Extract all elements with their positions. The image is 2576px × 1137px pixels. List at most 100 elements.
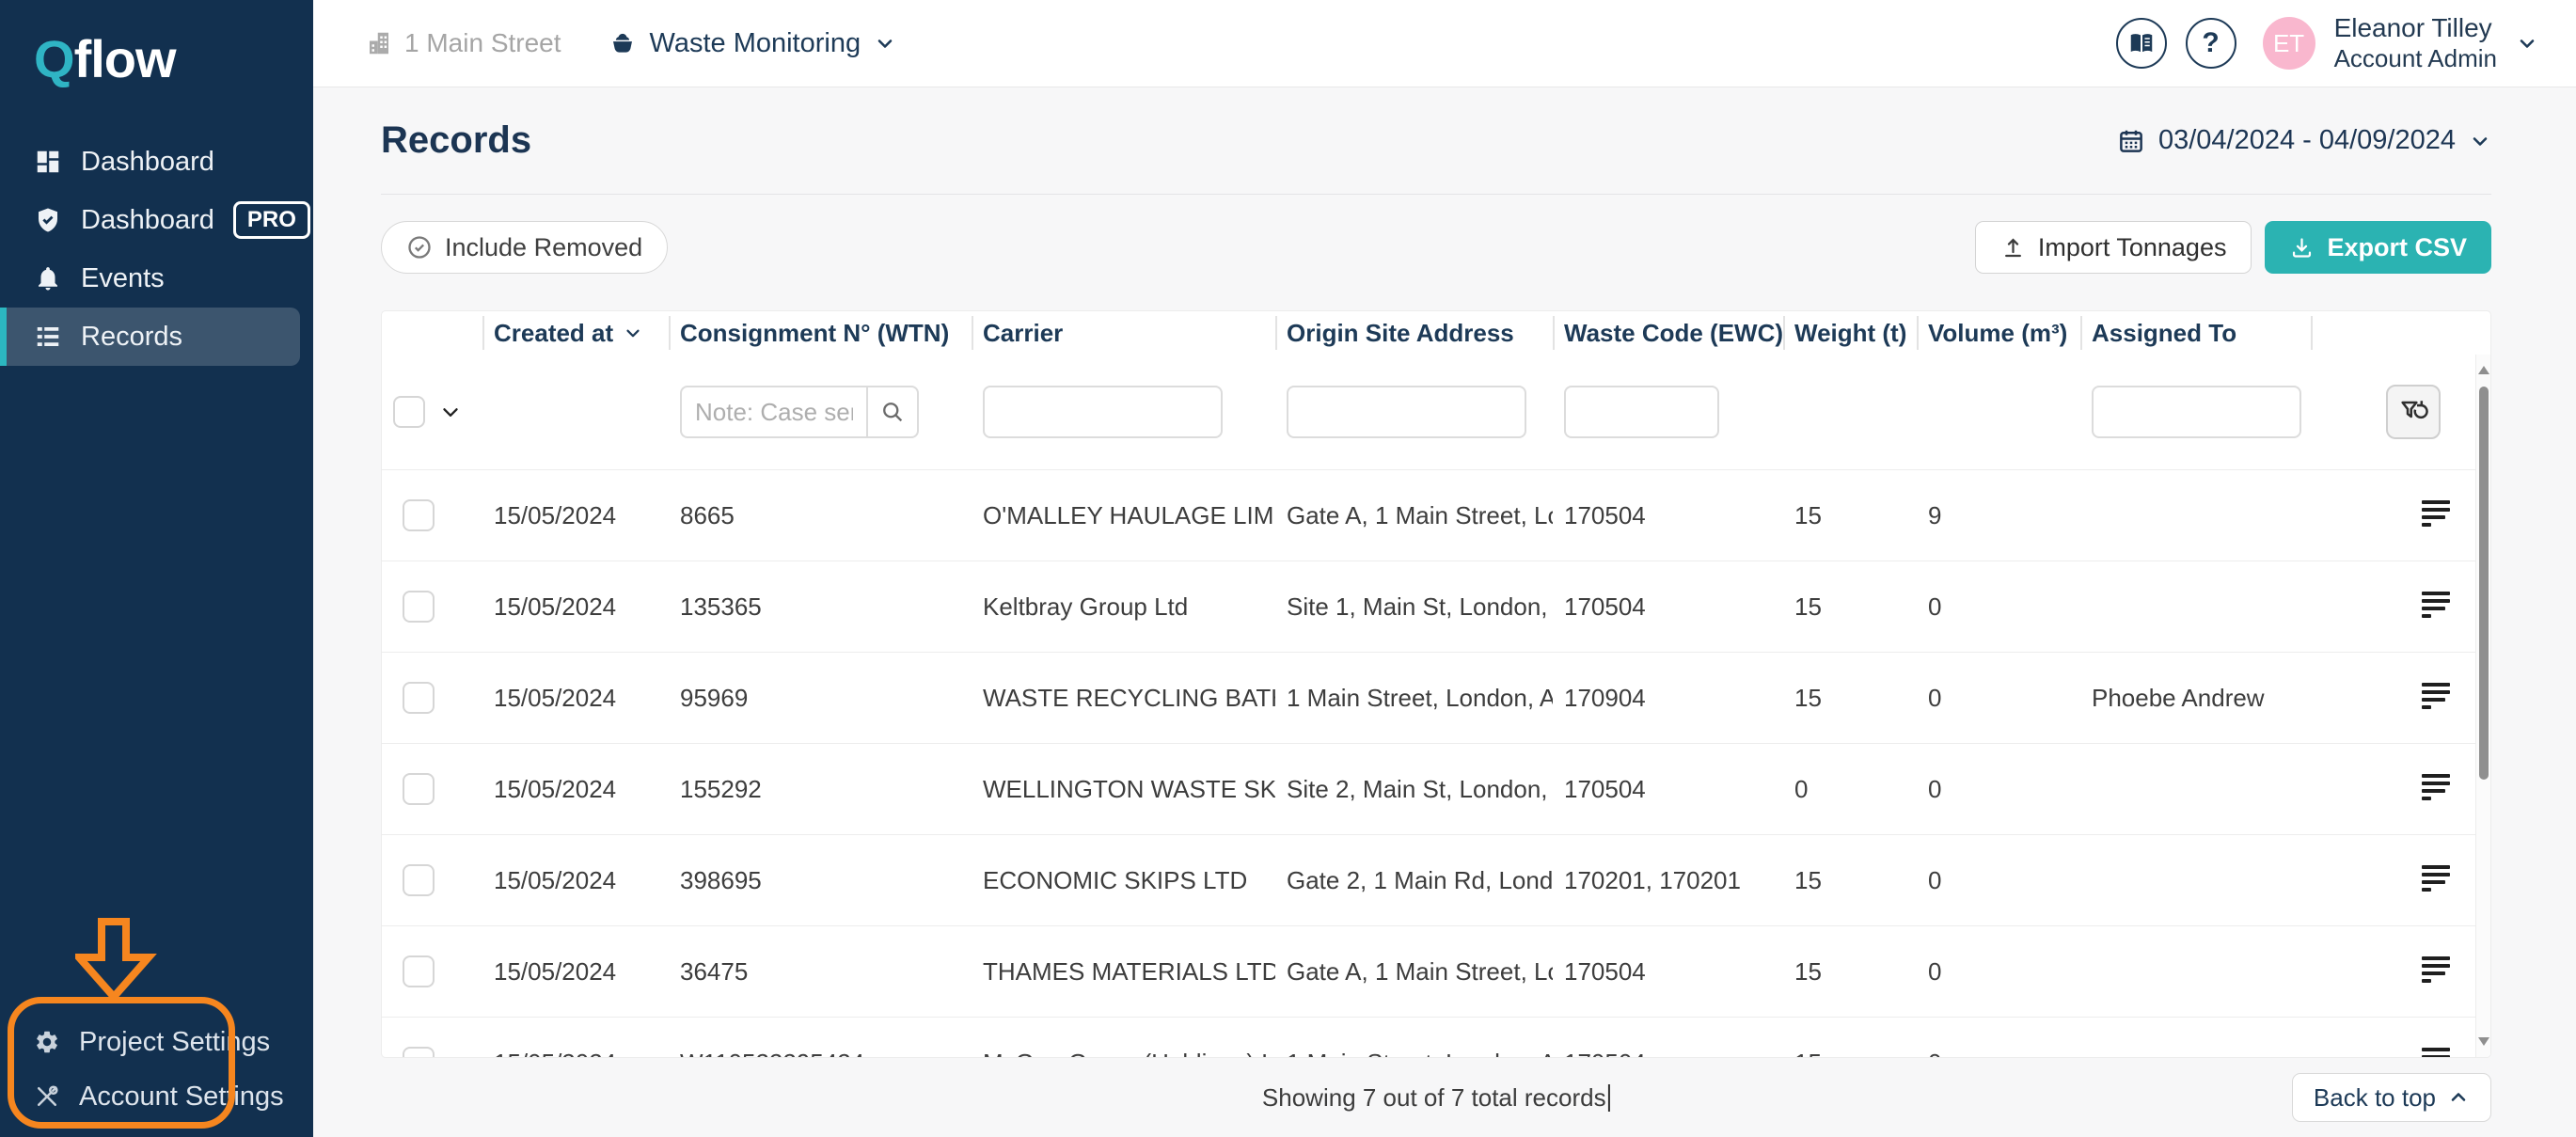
export-csv-button[interactable]: Export CSV — [2265, 221, 2491, 274]
scrollbar-thumb[interactable] — [2478, 387, 2489, 780]
import-tonnages-label: Import Tonnages — [2037, 232, 2227, 261]
pro-badge: PRO — [232, 201, 310, 239]
sidebar-item-project-settings[interactable]: Project Settings — [0, 1015, 313, 1069]
table-row: 15/05/2024 W110522295424 McGee Group (Ho… — [382, 1017, 2475, 1057]
column-header-created-at[interactable]: Created at — [482, 311, 669, 355]
scroll-down-arrow[interactable] — [2478, 1037, 2489, 1046]
row-checkbox[interactable] — [403, 1047, 435, 1057]
cell-carrier: Keltbray Group Ltd — [983, 592, 1189, 621]
vertical-scrollbar[interactable] — [2475, 355, 2490, 1057]
chevron-up-icon — [2451, 1093, 2466, 1101]
cell-assigned: Phoebe Andrew — [2092, 683, 2265, 712]
cell-waste-code: 170904 — [1564, 683, 1646, 712]
column-header-assigned-to: Assigned To — [2080, 311, 2311, 355]
building-icon — [370, 32, 388, 55]
logo-q: Q — [34, 29, 75, 88]
docs-button[interactable] — [2115, 18, 2167, 69]
consignment-filter-input[interactable] — [680, 386, 866, 438]
help-button[interactable]: ? — [2185, 18, 2236, 69]
user-menu-chevron-icon[interactable] — [2516, 32, 2538, 55]
help-label: ? — [2202, 27, 2220, 58]
sidebar-item-label: Events — [81, 262, 165, 293]
select-all-checkbox[interactable] — [393, 396, 425, 428]
sidebar-item-dashboard-pro[interactable]: Dashboard PRO — [0, 191, 313, 249]
carrier-filter-input[interactable] — [983, 386, 1223, 438]
row-menu-button[interactable] — [2422, 956, 2450, 987]
header-checkbox-spacer — [382, 311, 482, 355]
row-checkbox[interactable] — [403, 499, 435, 531]
dashboard-grid-icon — [37, 150, 59, 173]
row-menu-button[interactable] — [2422, 592, 2450, 622]
column-label: Created at — [494, 318, 614, 347]
filter-consignment-cell — [669, 386, 972, 438]
project-name: Waste Monitoring — [649, 27, 861, 58]
top-right-controls: ? ET Eleanor Tilley Account Admin — [2115, 12, 2538, 74]
clear-filters-button[interactable] — [2386, 385, 2441, 439]
app-window: Qflow Dashboard Dashboard PRO Events Rec… — [0, 0, 2576, 1137]
consignment-search-button[interactable] — [866, 386, 919, 438]
table-body: 15/05/2024 8665 O'MALLEY HAULAGE LIMIT..… — [382, 355, 2475, 1057]
cell-origin: 1 Main Street, London, AB3 — [1275, 1049, 1553, 1058]
row-menu-button[interactable] — [2422, 865, 2450, 895]
app-logo: Qflow — [0, 0, 313, 89]
filter-select-cell — [382, 396, 482, 428]
site-breadcrumb: 1 Main Street — [365, 28, 561, 58]
row-menu-button[interactable] — [2422, 1048, 2450, 1057]
column-header-volume: Volume (m³) — [1917, 311, 2080, 355]
user-role: Account Admin — [2333, 44, 2497, 72]
cell-weight: 15 — [1783, 1049, 1917, 1058]
origin-filter-input[interactable] — [1287, 386, 1526, 438]
column-header-carrier: Carrier — [972, 311, 1275, 355]
filter-origin-cell — [1275, 386, 1553, 438]
row-checkbox[interactable] — [403, 682, 435, 714]
filter-carrier-cell — [972, 386, 1275, 438]
cell-volume: 0 — [1928, 774, 1942, 803]
cell-waste-code: 170504 — [1564, 500, 1646, 529]
avatar[interactable]: ET — [2262, 17, 2315, 70]
import-tonnages-button[interactable]: Import Tonnages — [1974, 221, 2252, 274]
row-checkbox[interactable] — [403, 955, 435, 987]
waste-code-filter-input[interactable] — [1564, 386, 1719, 438]
scroll-up-arrow[interactable] — [2478, 366, 2489, 374]
cell-weight: 15 — [1794, 592, 1822, 621]
row-checkbox[interactable] — [403, 773, 435, 805]
sidebar-item-label: Project Settings — [79, 1026, 271, 1057]
cell-consignment: 398695 — [680, 865, 762, 894]
cell-waste-code: 170504 — [1564, 774, 1646, 803]
cell-created: 15/05/2024 — [494, 956, 617, 986]
sidebar-item-records[interactable]: Records — [0, 308, 300, 366]
tools-icon — [37, 1085, 58, 1107]
project-selector[interactable]: Waste Monitoring — [608, 28, 897, 59]
column-label: Volume (m³) — [1928, 318, 2068, 347]
row-checkbox[interactable] — [403, 864, 435, 896]
row-menu-button[interactable] — [2422, 500, 2450, 530]
sidebar-item-events[interactable]: Events — [0, 249, 313, 308]
cell-origin: Gate A, 1 Main Street, Lond... — [1287, 500, 1553, 529]
sidebar-item-account-settings[interactable]: Account Settings — [0, 1069, 313, 1124]
cell-waste-code: 170201, 170201 — [1564, 865, 1741, 894]
sidebar-nav: Dashboard Dashboard PRO Events Records — [0, 133, 313, 366]
chevron-down-icon — [877, 39, 893, 48]
include-removed-label: Include Removed — [445, 232, 643, 261]
row-menu-button[interactable] — [2422, 774, 2450, 804]
date-range-picker[interactable]: 03/04/2024 - 04/09/2024 — [2117, 125, 2491, 156]
cell-origin: Site 1, Main St, London, A1... — [1287, 592, 1553, 621]
page-title: Records — [381, 119, 532, 161]
column-header-weight: Weight (t) — [1783, 311, 1917, 355]
column-header-origin: Origin Site Address — [1275, 311, 1553, 355]
bell-icon — [39, 267, 57, 291]
cell-origin: Gate A, 1 Main Street, Lond... — [1287, 956, 1553, 986]
assigned-filter-input[interactable] — [2092, 386, 2301, 438]
sidebar: Qflow Dashboard Dashboard PRO Events Rec… — [0, 0, 313, 1137]
cell-consignment: 135365 — [680, 592, 762, 621]
cell-carrier: WASTE RECYCLING BATH L... — [983, 683, 1275, 712]
row-checkbox[interactable] — [403, 591, 435, 623]
include-removed-toggle[interactable]: Include Removed — [381, 221, 669, 274]
expand-all-chevron-icon[interactable] — [438, 400, 463, 424]
sidebar-item-dashboard[interactable]: Dashboard — [0, 133, 313, 191]
cell-weight: 15 — [1794, 683, 1822, 712]
row-menu-button[interactable] — [2422, 683, 2450, 713]
back-to-top-button[interactable]: Back to top — [2291, 1073, 2491, 1122]
cell-carrier: McGee Group (Holdings) Ltd — [972, 1049, 1275, 1058]
waste-bin-icon — [612, 33, 632, 53]
